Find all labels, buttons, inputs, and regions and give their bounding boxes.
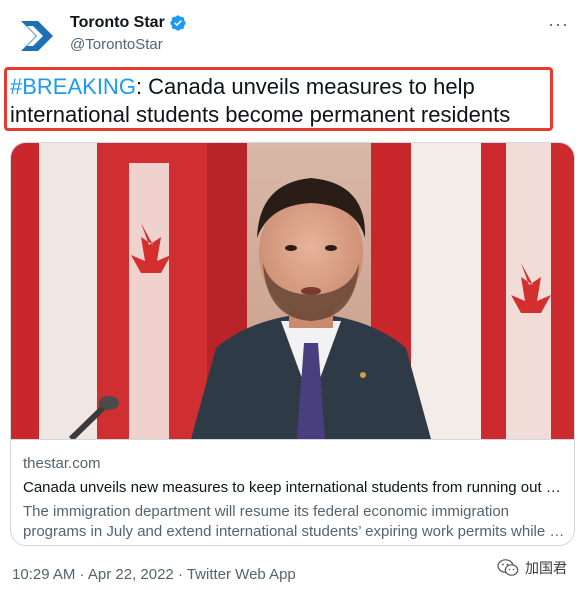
avatar[interactable] — [14, 12, 62, 60]
card-body: thestar.com Canada unveils new measures … — [11, 439, 574, 545]
name-row: Toronto Star — [70, 14, 187, 32]
display-name[interactable]: Toronto Star — [70, 14, 165, 32]
card-image — [11, 143, 574, 439]
ellipsis-icon: ··· — [548, 14, 569, 34]
more-options-button[interactable]: ··· — [548, 14, 569, 35]
handle[interactable]: @TorontoStar — [70, 36, 163, 53]
hashtag-link[interactable]: #BREAKING — [10, 74, 136, 99]
toronto-star-logo-icon — [14, 12, 62, 60]
card-description: The immigration department will resume i… — [23, 502, 564, 542]
watermark-text: 加国君 — [525, 561, 567, 577]
link-card[interactable]: thestar.com Canada unveils new measures … — [10, 142, 575, 546]
card-title[interactable]: Canada unveils new measures to keep inte… — [23, 478, 564, 498]
card-description-line: programs in July and extend internationa… — [23, 523, 564, 540]
card-description-line: The immigration department will resume i… — [23, 503, 510, 520]
tweet-timestamp[interactable]: 10:29 AM · Apr 22, 2022 · Twitter Web Ap… — [12, 566, 296, 583]
verified-badge-icon — [170, 15, 186, 31]
wechat-icon — [497, 559, 519, 576]
watermark: 加国君 — [497, 558, 567, 578]
tweet-text: #BREAKING: Canada unveils measures to he… — [10, 73, 555, 129]
tweet-header: Toronto Star @TorontoStar ··· — [14, 12, 569, 60]
card-domain: thestar.com — [23, 455, 101, 472]
